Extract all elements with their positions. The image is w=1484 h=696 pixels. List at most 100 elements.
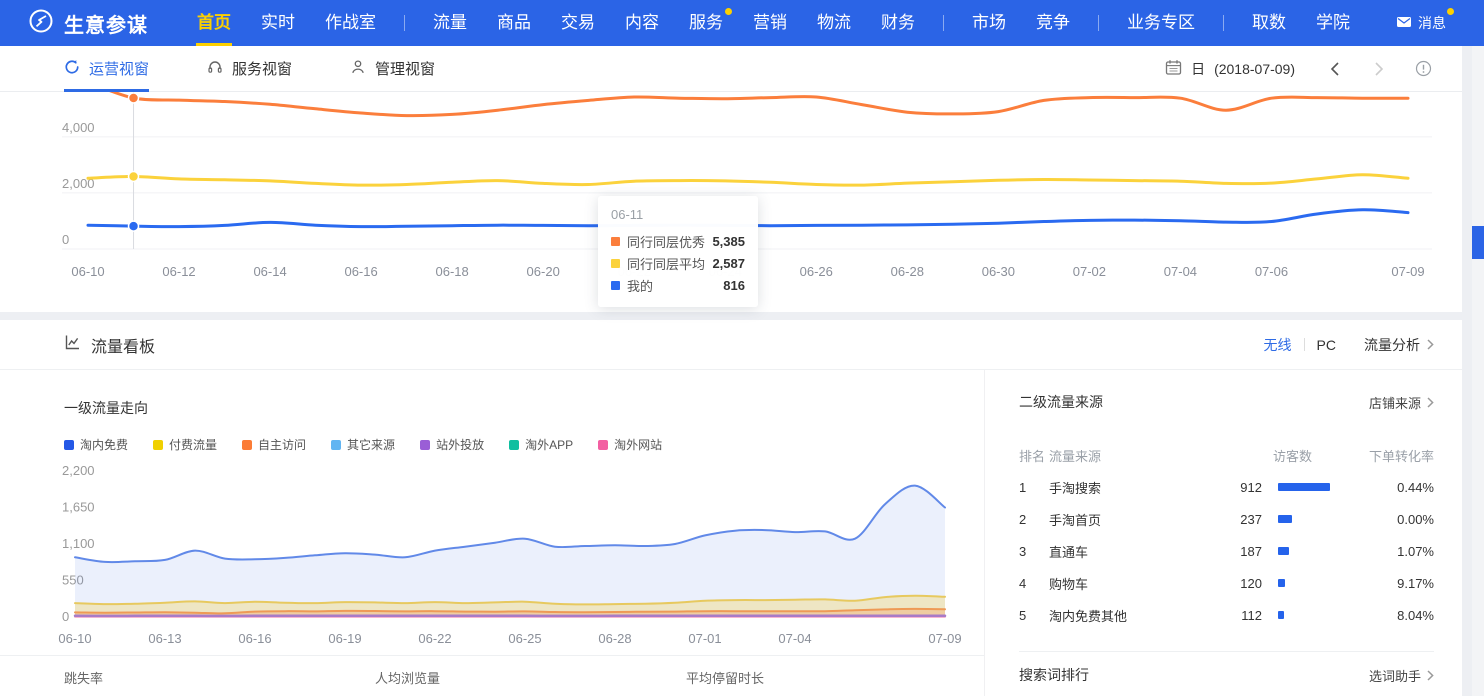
peer-best-value: 5,385 [712, 234, 745, 249]
legend-item-direct-visit[interactable]: 自主访问 [242, 436, 306, 453]
nav-item-data-extract[interactable]: 取数 [1237, 0, 1301, 46]
nav-item-service[interactable]: 服务 [674, 0, 738, 46]
conversion-cell: 0.44% [1342, 480, 1434, 495]
svg-text:06-26: 06-26 [800, 264, 833, 279]
brand[interactable]: 生意参谋 [0, 8, 148, 39]
nav-item-academy[interactable]: 学院 [1301, 0, 1365, 46]
svg-text:06-10: 06-10 [58, 631, 91, 646]
info-icon[interactable] [1415, 60, 1432, 77]
nav-item-competition[interactable]: 竞争 [1021, 0, 1085, 46]
legend-swatch [598, 440, 608, 450]
peer-best-label: 同行同层优秀 [627, 232, 705, 251]
panel-title-group: 流量看板 [64, 333, 155, 357]
traffic-dashboard-card: 流量看板 无线 PC 流量分析 一级流量走向 淘内免费 付费流量 自主访问 其它… [0, 320, 1462, 696]
date-mode-label: 日 [1191, 59, 1205, 79]
metric-label: 人均浏览量 [375, 668, 686, 687]
visitors-bar-cell [1262, 547, 1342, 555]
tab-operation-view[interactable]: 运营视窗 [64, 46, 149, 91]
nav-item-realtime[interactable]: 实时 [246, 0, 310, 46]
toggle-separator [1304, 338, 1305, 351]
panel-links: 无线 PC 流量分析 [1264, 335, 1434, 355]
visitors-cell: 912 [1202, 480, 1262, 495]
prev-date-button[interactable] [1329, 61, 1340, 77]
traffic-area-chart[interactable]: 05501,1001,6502,20006-1006-1306-1606-190… [0, 457, 984, 655]
nav-divider [404, 15, 405, 31]
conversion-cell: 0.00% [1342, 512, 1434, 527]
date-picker[interactable]: 日 (2018-07-09) [1165, 59, 1295, 79]
peer-avg-label: 同行同层平均 [627, 254, 705, 273]
legend-item-external-site[interactable]: 淘外网站 [598, 436, 662, 453]
svg-text:1,100: 1,100 [62, 536, 95, 551]
legend-label: 站外投放 [436, 436, 484, 453]
svg-text:06-25: 06-25 [508, 631, 541, 646]
pc-toggle[interactable]: PC [1317, 337, 1336, 353]
svg-text:06-19: 06-19 [328, 631, 361, 646]
svg-text:07-04: 07-04 [1164, 264, 1197, 279]
mine-swatch [611, 281, 620, 290]
wireless-toggle[interactable]: 无线 [1264, 335, 1292, 355]
legend-item-paid-traffic[interactable]: 付费流量 [153, 436, 217, 453]
trend-legend: 淘内免费 付费流量 自主访问 其它来源 站外投放 淘外APP 淘外网站 [64, 436, 984, 453]
tab-service-view-label: 服务视窗 [232, 58, 292, 79]
col-header-rank: 排名 [1019, 446, 1049, 465]
nav-item-content[interactable]: 内容 [610, 0, 674, 46]
legend-label: 淘外APP [525, 436, 573, 453]
legend-swatch [331, 440, 341, 450]
metric-bounce-rate: 跳失率 59.72% [64, 668, 375, 696]
legend-label: 自主访问 [258, 436, 306, 453]
nav-item-logistics[interactable]: 物流 [802, 0, 866, 46]
tab-management-view[interactable]: 管理视窗 [350, 46, 435, 91]
nav-item-home[interactable]: 首页 [182, 0, 246, 46]
mine-label: 我的 [627, 276, 653, 295]
source-row-5[interactable]: 5 淘内免费其他 112 8.04% [1019, 599, 1434, 631]
svg-text:06-13: 06-13 [148, 631, 181, 646]
legend-item-external-app[interactable]: 淘外APP [509, 436, 573, 453]
nav-items: 首页 实时 作战室 流量 商品 交易 内容 服务 营销 物流 财务 市场 竞争 … [182, 0, 1365, 46]
source-row-3[interactable]: 3 直通车 187 1.07% [1019, 535, 1434, 567]
word-picker-link[interactable]: 选词助手 [1369, 666, 1434, 685]
tab-service-view[interactable]: 服务视窗 [207, 46, 292, 91]
svg-text:07-06: 07-06 [1255, 264, 1288, 279]
tooltip-row-peer-best: 同行同层优秀 5,385 [611, 230, 745, 252]
metric-label: 平均停留时长 [686, 668, 773, 687]
source-row-1[interactable]: 1 手淘搜索 912 0.44% [1019, 471, 1434, 503]
nav-item-trade[interactable]: 交易 [546, 0, 610, 46]
mine-value: 816 [723, 278, 745, 293]
nav-item-market[interactable]: 市场 [957, 0, 1021, 46]
shop-sources-label: 店铺来源 [1369, 393, 1421, 412]
next-date-button[interactable] [1374, 61, 1385, 77]
scrollbar-thumb[interactable] [1472, 226, 1484, 259]
nav-item-finance[interactable]: 财务 [866, 0, 930, 46]
chart-tooltip: 06-11 同行同层优秀 5,385 同行同层平均 2,587 我的 816 [598, 196, 758, 307]
legend-item-other-sources[interactable]: 其它来源 [331, 436, 395, 453]
nav-divider [1223, 15, 1224, 31]
source-row-4[interactable]: 4 购物车 120 9.17% [1019, 567, 1434, 599]
nav-item-marketing[interactable]: 营销 [738, 0, 802, 46]
nav-message[interactable]: 消息 [1396, 13, 1458, 33]
tooltip-date: 06-11 [611, 207, 745, 222]
shop-sources-link[interactable]: 店铺来源 [1369, 393, 1434, 412]
traffic-dashboard-body: 一级流量走向 淘内免费 付费流量 自主访问 其它来源 站外投放 淘外APP 淘外… [0, 370, 1462, 696]
date-controls: 日 (2018-07-09) [1165, 59, 1462, 79]
view-tabbar: 运营视窗 服务视窗 管理视窗 日 (2018-07-09) [0, 46, 1462, 92]
visitors-cell: 187 [1202, 544, 1262, 559]
visitors-bar-cell [1262, 483, 1342, 491]
legend-item-taonei-free[interactable]: 淘内免费 [64, 436, 128, 453]
legend-item-offsite-ads[interactable]: 站外投放 [420, 436, 484, 453]
trend-title: 一级流量走向 [64, 398, 984, 418]
page-scrollbar[interactable] [1472, 46, 1484, 696]
nav-item-products[interactable]: 商品 [482, 0, 546, 46]
col-header-visitors: 访客数 [1252, 446, 1312, 465]
rank-cell: 1 [1019, 480, 1049, 495]
svg-text:06-14: 06-14 [253, 264, 286, 279]
traffic-analysis-link[interactable]: 流量分析 [1364, 335, 1434, 355]
nav-item-traffic[interactable]: 流量 [418, 0, 482, 46]
page-gap [0, 312, 1484, 320]
source-row-2[interactable]: 2 手淘首页 237 0.00% [1019, 503, 1434, 535]
legend-swatch [242, 440, 252, 450]
source-name-cell: 直通车 [1049, 542, 1202, 561]
nav-item-business-zone[interactable]: 业务专区 [1112, 0, 1210, 46]
benchmark-chart-area: 02,0004,00006-1006-1206-1406-1606-1806-2… [0, 92, 1462, 312]
nav-item-war-room[interactable]: 作战室 [310, 0, 391, 46]
nav-divider [943, 15, 944, 31]
